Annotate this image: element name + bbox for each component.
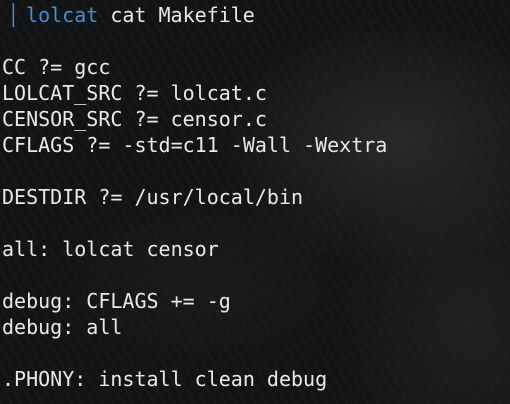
output-line-all-target: all: lolcat censor <box>2 237 219 261</box>
terminal-window[interactable]: ▕ lolcat cat Makefile CC ?= gcc LOLCAT_S… <box>0 0 510 404</box>
output-line-cc: CC ?= gcc <box>2 55 111 79</box>
output-line-cflags: CFLAGS ?= -std=c11 -Wall -Wextra <box>2 133 388 157</box>
output-line-censor-src: CENSOR_SRC ?= censor.c <box>2 107 267 131</box>
output-line-phony: .PHONY: install clean debug <box>2 367 328 391</box>
prompt-command: lolcat <box>26 3 99 27</box>
prompt-line: ▕ lolcat cat Makefile <box>2 2 255 28</box>
output-line-destdir: DESTDIR ?= /usr/local/bin <box>2 185 304 209</box>
output-line-lolcat-src: LOLCAT_SRC ?= lolcat.c <box>2 81 267 105</box>
output-line-debug-all: debug: all <box>2 315 123 339</box>
terminal-prompt-icon: ▕ <box>2 3 15 27</box>
output-line-debug-cflags: debug: CFLAGS += -g <box>2 289 231 313</box>
prompt-args: cat Makefile <box>98 3 255 27</box>
